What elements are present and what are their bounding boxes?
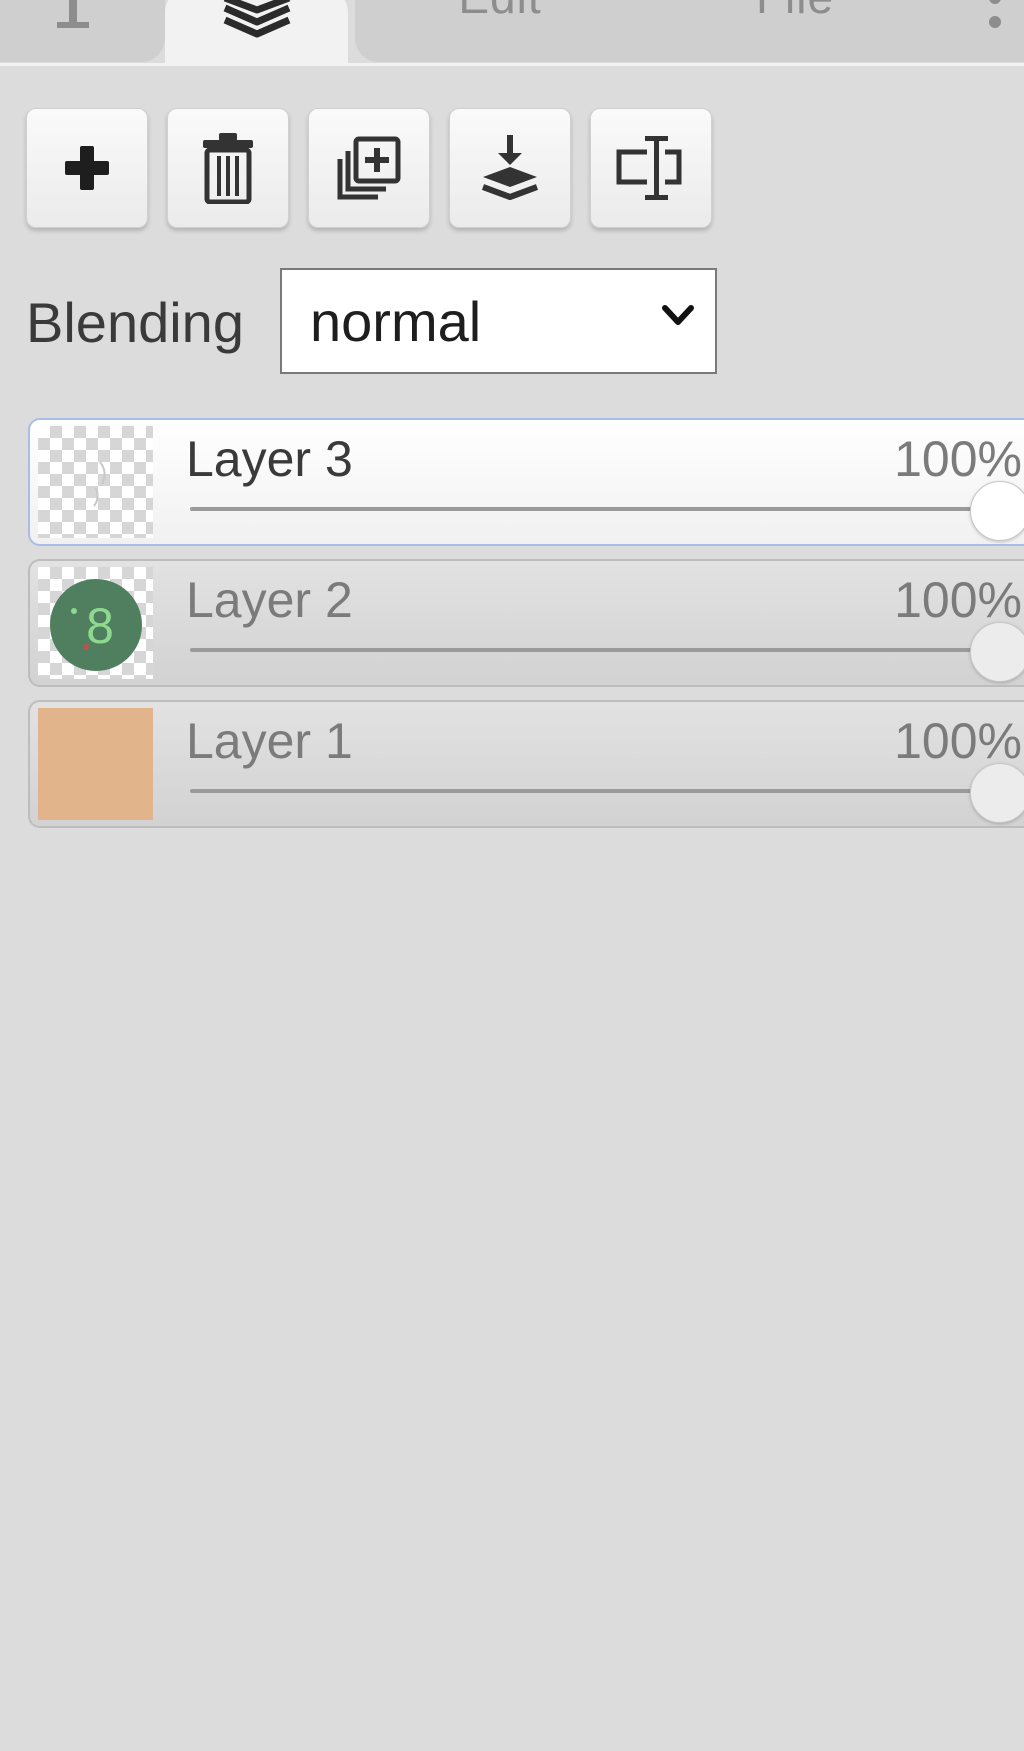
green-blob-thumbnail: 8 xyxy=(50,579,142,671)
layer-thumbnail xyxy=(38,426,153,538)
opacity-slider-handle[interactable] xyxy=(970,481,1024,541)
tab-edit-label: Edit xyxy=(458,0,541,24)
more-vertical-icon xyxy=(989,0,1001,28)
merge-down-icon xyxy=(481,135,539,200)
tab-more[interactable] xyxy=(945,0,1024,62)
text-cursor-icon xyxy=(56,0,89,28)
duplicate-icon xyxy=(337,136,401,200)
layers-icon xyxy=(223,0,290,38)
blending-label: Blending xyxy=(26,291,244,354)
layer-name: Layer 1 xyxy=(186,713,353,769)
tab-edit[interactable]: Edit xyxy=(355,0,645,62)
blending-mode-select[interactable]: normal xyxy=(280,268,717,374)
opacity-slider-track[interactable] xyxy=(190,507,1005,511)
opacity-slider-track[interactable] xyxy=(190,789,1005,793)
rename-layer-button[interactable] xyxy=(590,108,712,228)
merge-down-button[interactable] xyxy=(449,108,571,228)
layer-item[interactable]: Layer 1 100% xyxy=(28,700,1024,828)
tab-text-tool[interactable] xyxy=(0,0,165,62)
layer-opacity-value: 100% xyxy=(894,431,1022,487)
rename-icon xyxy=(616,136,682,200)
tab-file[interactable]: File xyxy=(645,0,945,62)
trash-icon xyxy=(203,133,253,204)
opacity-slider-handle[interactable] xyxy=(970,622,1024,682)
blending-mode-value: normal xyxy=(310,289,482,353)
layer-item[interactable]: Layer 3 100% xyxy=(28,418,1024,546)
chevron-down-icon xyxy=(662,305,694,325)
layer-opacity-value: 100% xyxy=(894,713,1022,769)
plus-icon xyxy=(65,146,109,190)
delete-layer-button[interactable] xyxy=(167,108,289,228)
tab-file-label: File xyxy=(756,0,834,24)
layer-thumbnail: 8 xyxy=(38,567,153,679)
add-layer-button[interactable] xyxy=(26,108,148,228)
opacity-slider-track[interactable] xyxy=(190,648,1005,652)
layer-opacity-value: 100% xyxy=(894,572,1022,628)
layer-name: Layer 3 xyxy=(186,431,353,487)
tab-bar: Edit File xyxy=(0,0,1024,66)
tab-layers[interactable] xyxy=(165,0,348,66)
layer-thumbnail xyxy=(38,708,153,820)
layer-name: Layer 2 xyxy=(186,572,353,628)
layer-toolbar xyxy=(26,108,712,228)
opacity-slider-handle[interactable] xyxy=(970,763,1024,823)
layer-item[interactable]: 8 Layer 2 100% xyxy=(28,559,1024,687)
layer3-sketch-mark xyxy=(93,461,106,507)
duplicate-layer-button[interactable] xyxy=(308,108,430,228)
svg-text:8: 8 xyxy=(86,598,114,654)
